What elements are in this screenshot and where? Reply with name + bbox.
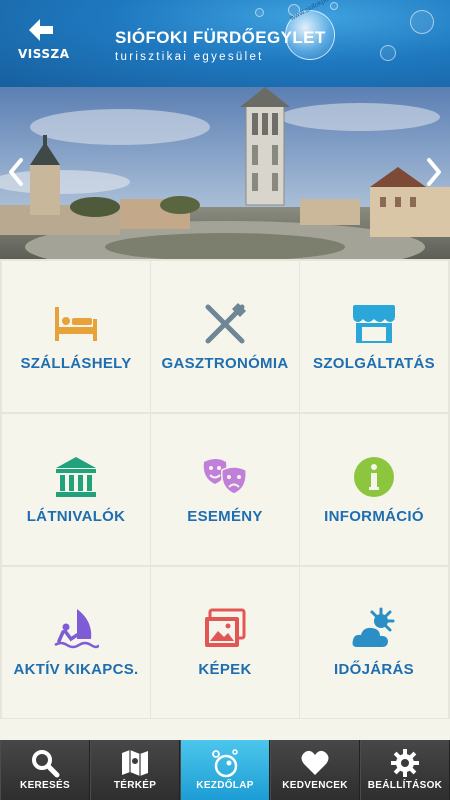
tile-aktiv-kikapcs[interactable]: AKTÍV KIKAPCS. <box>2 567 150 718</box>
banner-photo <box>0 87 450 259</box>
sun-cloud-icon <box>352 607 395 647</box>
tile-esemeny[interactable]: ESEMÉNY <box>151 414 299 565</box>
decor-bubble <box>410 10 434 34</box>
tile-label: LÁTNIVALÓK <box>26 508 126 525</box>
theater-masks-icon <box>203 459 247 495</box>
info-icon <box>354 457 394 497</box>
back-label: VISSZA <box>18 47 70 61</box>
tile-szallashely[interactable]: SZÁLLÁSHELY <box>2 261 150 412</box>
nav-kedvencek[interactable]: KEDVENCEK <box>270 740 360 800</box>
nav-label: KERESÉS <box>20 780 70 791</box>
back-button[interactable]: VISSZA <box>18 18 70 66</box>
banner-next-button[interactable] <box>422 154 446 190</box>
tile-idojaras[interactable]: IDŐJÁRÁS <box>300 567 448 718</box>
banner-prev-button[interactable] <box>4 154 28 190</box>
gear-icon <box>391 749 419 777</box>
heart-icon <box>301 750 329 775</box>
nav-label: KEZDŐLAP <box>196 780 254 791</box>
tile-label: SZÁLLÁSHELY <box>20 355 132 372</box>
bottom-navigation: KERESÉS TÉRKÉP KEZDŐLAP KEDVENCEK BEÁLLÍ… <box>0 740 450 800</box>
tile-label: KÉPEK <box>198 661 252 678</box>
home-bubble-icon <box>212 749 238 778</box>
map-icon <box>122 750 148 776</box>
nav-label: BEÁLLÍTÁSOK <box>367 780 443 791</box>
decor-bubble <box>330 2 338 10</box>
windsurf-icon <box>54 609 99 649</box>
museum-icon <box>56 457 96 497</box>
tile-gasztronomia[interactable]: GASZTRONÓMIA <box>151 261 299 412</box>
brand-logo: www.siofokportal.com SIÓFOKI FÜRDŐEGYLET… <box>115 0 352 72</box>
nav-kereses[interactable]: KERESÉS <box>0 740 90 800</box>
tile-latnivalok[interactable]: LÁTNIVALÓK <box>2 414 150 565</box>
decor-bubble <box>380 45 396 61</box>
shop-icon <box>353 305 395 343</box>
nav-label: TÉRKÉP <box>113 780 157 791</box>
back-arrow-icon <box>29 19 53 41</box>
tile-label: AKTÍV KIKAPCS. <box>13 661 139 678</box>
decor-bubble <box>255 8 264 17</box>
nav-kezdolap[interactable]: KEZDŐLAP <box>180 740 270 800</box>
brand-subtitle: turisztikai egyesület <box>115 51 264 63</box>
nav-terkep[interactable]: TÉRKÉP <box>90 740 180 800</box>
tile-label: IDŐJÁRÁS <box>334 661 414 678</box>
tile-label: ESEMÉNY <box>187 508 263 525</box>
category-grid: SZÁLLÁSHELY GASZTRONÓMIA SZOLGÁLTATÁS LÁ… <box>0 259 450 719</box>
fork-knife-icon <box>205 303 246 344</box>
tile-label: INFORMÁCIÓ <box>324 508 424 525</box>
photo-banner[interactable] <box>0 87 450 259</box>
nav-label: KEDVENCEK <box>282 780 348 791</box>
bed-icon <box>55 307 97 341</box>
tile-label: SZOLGÁLTATÁS <box>313 355 435 372</box>
tile-szolgaltatas[interactable]: SZOLGÁLTATÁS <box>300 261 448 412</box>
search-icon <box>32 750 60 778</box>
pictures-icon <box>205 608 246 647</box>
tile-informacio[interactable]: INFORMÁCIÓ <box>300 414 448 565</box>
brand-title: SIÓFOKI FÜRDŐEGYLET <box>115 28 326 47</box>
nav-beallitasok[interactable]: BEÁLLÍTÁSOK <box>360 740 450 800</box>
tile-kepek[interactable]: KÉPEK <box>151 567 299 718</box>
tile-label: GASZTRONÓMIA <box>161 355 289 372</box>
app-header: VISSZA www.siofokportal.com SIÓFOKI FÜRD… <box>0 0 450 87</box>
